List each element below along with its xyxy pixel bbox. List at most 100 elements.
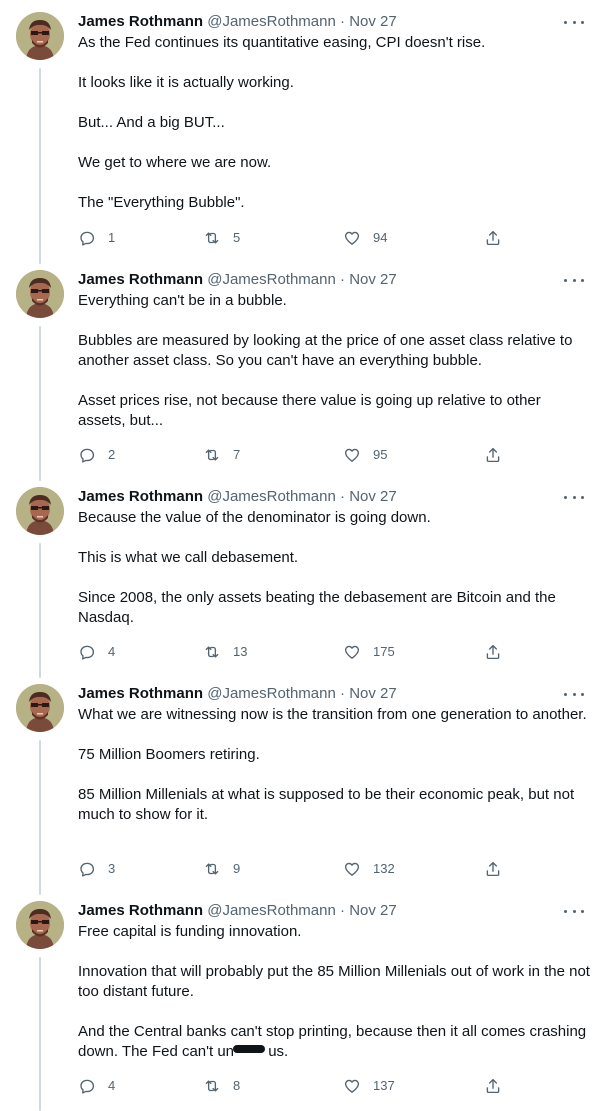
retweet-button[interactable]: 9 xyxy=(203,859,240,879)
tweet-header: James Rothmann @JamesRothmann · Nov 27 xyxy=(78,270,590,290)
share-icon xyxy=(486,230,500,246)
tweet[interactable]: James Rothmann @JamesRothmann · Nov 27 A… xyxy=(0,0,602,258)
reply-icon xyxy=(80,1079,95,1094)
retweet-icon xyxy=(205,863,219,875)
tweet-paragraph: 75 Million Boomers retiring. xyxy=(78,746,260,763)
tweet-paragraph: Since 2008, the only assets beating the … xyxy=(78,589,556,626)
more-dots-icon[interactable] xyxy=(564,14,584,30)
tweet-date[interactable]: Nov 27 xyxy=(349,13,397,30)
tweet-text: As the Fed continues its quantitative ea… xyxy=(78,33,590,213)
tweet-date[interactable]: Nov 27 xyxy=(349,685,397,702)
display-name[interactable]: James Rothmann xyxy=(78,685,203,702)
heart-icon xyxy=(344,448,360,462)
avatar[interactable] xyxy=(16,12,64,60)
like-button[interactable]: 132 xyxy=(343,859,395,879)
separator: · xyxy=(340,13,346,30)
retweet-icon xyxy=(205,1080,219,1092)
retweet-button[interactable]: 7 xyxy=(203,445,240,465)
display-name[interactable]: James Rothmann xyxy=(78,488,203,505)
tweet[interactable]: James Rothmann @JamesRothmann · Nov 27 F… xyxy=(0,889,602,1111)
more-dots-icon[interactable] xyxy=(564,489,584,505)
more-dots-icon[interactable] xyxy=(564,686,584,702)
tweet-header: James Rothmann @JamesRothmann · Nov 27 xyxy=(78,684,590,704)
display-name[interactable]: James Rothmann xyxy=(78,13,203,30)
retweet-button[interactable]: 13 xyxy=(203,642,247,662)
tweet-text: What we are witnessing now is the transi… xyxy=(78,705,590,825)
tweet[interactable]: James Rothmann @JamesRothmann · Nov 27 B… xyxy=(0,475,602,672)
separator: · xyxy=(340,902,346,919)
reply-button[interactable]: 1 xyxy=(78,228,115,248)
more-dots-icon[interactable] xyxy=(564,903,584,919)
tweet-header: James Rothmann @JamesRothmann · Nov 27 xyxy=(78,487,590,507)
retweet-button[interactable]: 5 xyxy=(203,228,240,248)
tweet-actions: 4 13 175 xyxy=(78,642,508,662)
reply-button[interactable]: 4 xyxy=(78,1076,115,1096)
heart-icon xyxy=(344,862,360,876)
heart-icon xyxy=(344,645,360,659)
tweet[interactable]: James Rothmann @JamesRothmann · Nov 27 W… xyxy=(0,672,602,889)
reply-icon xyxy=(80,862,95,877)
tweet-paragraph: Innovation that will probably put the 85… xyxy=(78,963,590,1000)
like-count: 95 xyxy=(373,447,388,462)
tweet-text-segment: us. xyxy=(264,1043,289,1060)
reply-icon xyxy=(80,448,95,463)
user-handle[interactable]: @JamesRothmann xyxy=(207,685,336,702)
tweet-actions: 3 9 132 xyxy=(78,859,508,879)
tweet-paragraph: Because the value of the denominator is … xyxy=(78,509,431,526)
heart-icon xyxy=(344,1079,360,1093)
more-dots-icon[interactable] xyxy=(564,272,584,288)
tweet-date[interactable]: Nov 27 xyxy=(349,902,397,919)
user-handle[interactable]: @JamesRothmann xyxy=(207,902,336,919)
tweet-text-segment: And the Central banks can't stop printin… xyxy=(78,1023,587,1060)
retweet-icon xyxy=(205,232,219,244)
avatar[interactable] xyxy=(16,901,64,949)
avatar[interactable] xyxy=(16,487,64,535)
tweet-date[interactable]: Nov 27 xyxy=(349,488,397,505)
tweet-paragraph: But... And a big BUT... xyxy=(78,114,225,131)
avatar[interactable] xyxy=(16,684,64,732)
tweet-text: Everything can't be in a bubble. Bubbles… xyxy=(78,291,590,431)
display-name[interactable]: James Rothmann xyxy=(78,271,203,288)
like-button[interactable]: 95 xyxy=(343,445,387,465)
like-button[interactable]: 137 xyxy=(343,1076,395,1096)
user-handle[interactable]: @JamesRothmann xyxy=(207,271,336,288)
retweet-icon xyxy=(205,449,219,461)
reply-button[interactable]: 2 xyxy=(78,445,115,465)
tweet-actions: 4 8 137 xyxy=(78,1076,508,1096)
share-button[interactable] xyxy=(484,228,502,248)
retweet-count: 8 xyxy=(233,1078,241,1093)
share-button[interactable] xyxy=(484,642,502,662)
share-button[interactable] xyxy=(484,1076,502,1096)
display-name[interactable]: James Rothmann xyxy=(78,902,203,919)
user-handle[interactable]: @JamesRothmann xyxy=(207,13,336,30)
tweet-paragraph: Free capital is funding innovation. xyxy=(78,923,302,940)
like-button[interactable]: 94 xyxy=(343,228,387,248)
reply-count: 2 xyxy=(108,447,116,462)
like-button[interactable]: 175 xyxy=(343,642,395,662)
avatar[interactable] xyxy=(16,270,64,318)
separator: · xyxy=(340,271,346,288)
share-icon xyxy=(486,644,500,660)
tweet-header: James Rothmann @JamesRothmann · Nov 27 xyxy=(78,12,590,32)
retweet-button[interactable]: 8 xyxy=(203,1076,240,1096)
tweet[interactable]: James Rothmann @JamesRothmann · Nov 27 E… xyxy=(0,258,602,475)
share-button[interactable] xyxy=(484,445,502,465)
tweet-paragraph: The "Everything Bubble". xyxy=(78,194,245,211)
tweet-paragraph: Bubbles are measured by looking at the p… xyxy=(78,332,573,369)
share-button[interactable] xyxy=(484,859,502,879)
share-icon xyxy=(486,861,500,877)
tweet-paragraph: As the Fed continues its quantitative ea… xyxy=(78,34,486,51)
reply-icon xyxy=(80,231,95,246)
separator: · xyxy=(340,685,346,702)
reply-button[interactable]: 3 xyxy=(78,859,115,879)
tweet-date[interactable]: Nov 27 xyxy=(349,271,397,288)
like-count: 132 xyxy=(373,861,395,876)
reply-button[interactable]: 4 xyxy=(78,642,115,662)
reply-count: 1 xyxy=(108,230,116,245)
tweet-actions: 1 5 94 xyxy=(78,228,508,248)
tweet-paragraph: What we are witnessing now is the transi… xyxy=(78,706,587,723)
user-handle[interactable]: @JamesRothmann xyxy=(207,488,336,505)
heart-icon xyxy=(344,231,360,245)
like-count: 137 xyxy=(373,1078,395,1093)
retweet-count: 7 xyxy=(233,447,241,462)
